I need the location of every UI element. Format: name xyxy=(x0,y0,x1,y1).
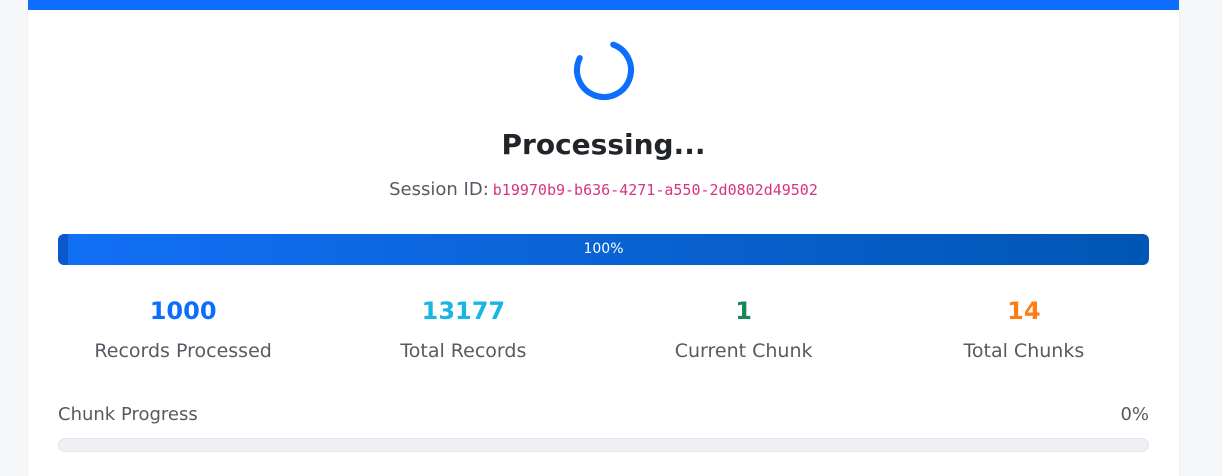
stat-value: 14 xyxy=(1007,297,1041,325)
stat-total-chunks: 14 Total Chunks xyxy=(884,292,1164,364)
stat-label: Current Chunk xyxy=(674,340,813,362)
stat-value: 13177 xyxy=(421,297,506,325)
stat-value: 1 xyxy=(735,297,752,325)
stats-row: 1000 Records Processed 13177 Total Recor… xyxy=(43,292,1164,364)
loading-spinner-icon xyxy=(574,40,634,100)
stat-label: Total Chunks xyxy=(963,340,1085,362)
stat-total-records: 13177 Total Records xyxy=(323,292,603,364)
stat-label: Records Processed xyxy=(94,340,272,362)
page-title: Processing... xyxy=(501,128,706,161)
overall-progress-label: 100% xyxy=(583,241,624,257)
card-accent-bar xyxy=(28,0,1179,10)
chunk-progress-bar xyxy=(58,438,1149,452)
chunk-progress-percent: 0% xyxy=(1120,404,1149,425)
overall-progress-bar: 100% xyxy=(58,234,1149,265)
session-label: Session ID: xyxy=(389,179,489,200)
processing-card: Processing... Session ID: b19970b9-b636-4… xyxy=(28,0,1179,476)
session-id-value: b19970b9-b636-4271-a550-2d0802d49502 xyxy=(492,181,818,199)
stat-label: Total Records xyxy=(400,340,527,362)
stat-value: 1000 xyxy=(149,297,217,325)
chunk-progress-header: Chunk Progress 0% xyxy=(58,401,1149,429)
chunk-progress-label: Chunk Progress xyxy=(58,404,198,425)
stat-records-processed: 1000 Records Processed xyxy=(43,292,323,364)
session-info: Session ID: b19970b9-b636-4271-a550-2d080… xyxy=(28,176,1179,204)
stat-current-chunk: 1 Current Chunk xyxy=(604,292,884,364)
